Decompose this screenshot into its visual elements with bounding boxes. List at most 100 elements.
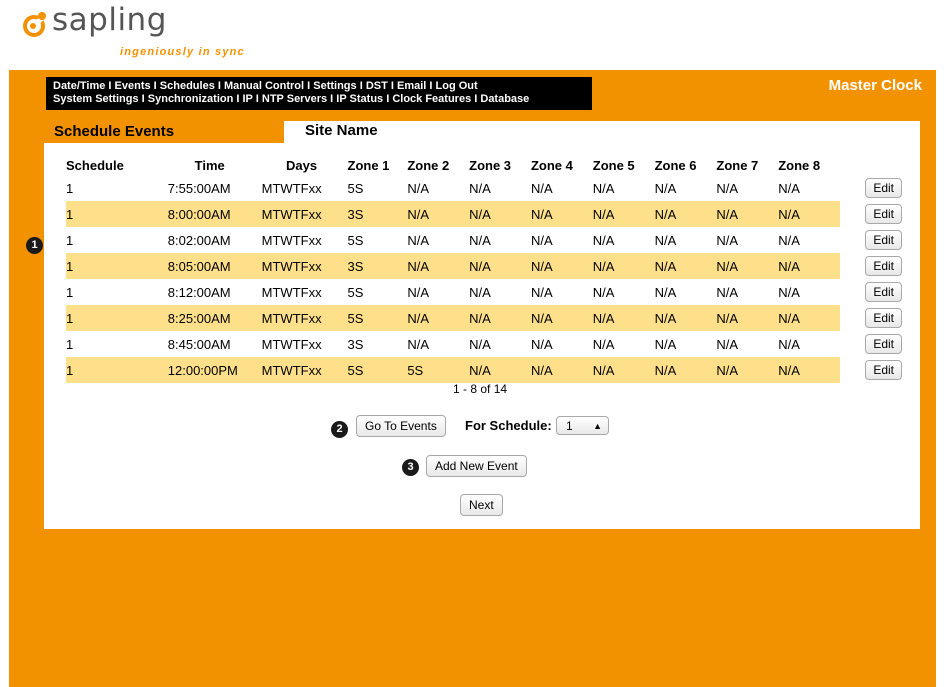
cell-zone6: N/A [654,201,717,227]
cell-zone7: N/A [716,232,739,248]
nav-link-system-settings[interactable]: System Settings [53,93,139,105]
edit-button[interactable]: Edit [865,334,902,354]
cell-zone8: N/A [778,357,841,383]
nav-link-dst[interactable]: DST [366,80,388,92]
device-label: Master Clock [828,77,922,94]
nav-link-email[interactable]: Email [397,80,426,92]
edit-button[interactable]: Edit [865,204,902,224]
nav-separator: I [138,93,148,105]
go-to-events-button[interactable]: Go To Events [356,415,446,437]
nav-link-clock-features[interactable]: Clock Features [392,93,471,105]
cell-schedule: 1 [66,180,74,196]
nav-separator: I [327,93,337,105]
next-button[interactable]: Next [460,494,503,516]
cell-zone5: N/A [592,305,655,331]
cell-days: MTWTFxx [255,305,348,331]
nav-link-ip[interactable]: IP [243,93,253,105]
col-header-zone4: Zone 4 [530,157,573,173]
cell-zone3: N/A [469,305,531,331]
row-actions: Edit [840,201,902,227]
col-header-zone7: Zone 7 [716,157,759,173]
nav-link-manual-control[interactable]: Manual Control [224,80,304,92]
cell-schedule: 1 [66,284,74,300]
cell-zone7: N/A [716,180,739,196]
table-row: 1 8:12:00AM MTWTFxx 5S N/A N/A N/A N/A N/A N/A N/A… [66,279,902,305]
events-table-body: 1 7:55:00AM MTWTFxx 5S N/A N/A N/A N/A N/A N/A N/A… [66,175,902,383]
cell-schedule: 1 [66,336,74,352]
cell-zone1: 5S [347,180,364,196]
cell-zone4: N/A [530,232,553,248]
nav-link-database[interactable]: Database [480,93,529,105]
nav-link-log-out[interactable]: Log Out [436,80,478,92]
col-header-zone1: Zone 1 [347,157,390,173]
row-actions: Edit [840,305,902,331]
cell-zone2: N/A [407,305,470,331]
schedule-select-value: 1 [566,419,573,433]
schedule-select[interactable]: 1 ▲ [556,416,609,435]
edit-button[interactable]: Edit [865,308,902,328]
table-row: 1 8:25:00AM MTWTFxx 5S N/A N/A N/A N/A N/A N/A N/A… [66,305,902,331]
cell-zone7: N/A [716,284,739,300]
edit-button[interactable]: Edit [865,282,902,302]
nav-link-ip-status[interactable]: IP Status [336,93,383,105]
cell-zone2: N/A [407,284,429,300]
cell-zone8: N/A [778,253,841,279]
cell-zone4: N/A [530,357,593,383]
page-title: Schedule Events [44,121,284,143]
edit-button[interactable]: Edit [865,256,902,276]
cell-zone7: N/A [716,253,779,279]
nav-link-events[interactable]: Events [115,80,151,92]
cell-zone6: N/A [654,336,677,352]
cell-zone5: N/A [592,253,655,279]
cell-zone8: N/A [778,232,800,248]
cell-time: 8:45:00AM [167,336,231,352]
row-actions: Edit [840,227,902,253]
cell-zone2: 5S [407,357,470,383]
col-header-days: Days [286,157,318,173]
cell-time: 8:02:00AM [167,232,231,248]
table-row: 1 8:45:00AM MTWTFxx 3S N/A N/A N/A N/A N/A N/A N/A… [66,331,902,357]
cell-zone7: N/A [716,201,779,227]
nav-link-schedules[interactable]: Schedules [160,80,215,92]
table-row: 1 7:55:00AM MTWTFxx 5S N/A N/A N/A N/A N/A N/A N/A… [66,175,902,201]
cell-zone3: N/A [469,357,531,383]
cell-zone8: N/A [778,305,841,331]
cell-zone5: N/A [592,357,655,383]
cell-zone6: N/A [654,305,717,331]
col-header-time: Time [194,157,225,173]
nav-row-2: System Settings I Synchronization I IP I… [53,93,592,106]
edit-button[interactable]: Edit [865,178,902,198]
nav-separator: I [214,80,224,92]
cell-zone1: 3S [347,253,408,279]
cell-zone6: N/A [654,232,677,248]
cell-zone8: N/A [778,180,800,196]
cell-zone6: N/A [654,180,677,196]
edit-button[interactable]: Edit [865,360,902,380]
col-header-actions [840,155,902,175]
cell-zone5: N/A [592,336,615,352]
nav-link-date-time[interactable]: Date/Time [53,80,105,92]
col-header-zone8: Zone 8 [778,157,821,173]
nav-separator: I [471,93,481,105]
cell-schedule: 1 [66,201,164,227]
col-header-zone2: Zone 2 [407,157,450,173]
cell-zone8: N/A [778,201,841,227]
nav-link-settings[interactable]: Settings [313,80,356,92]
cell-zone1: 5S [347,284,364,300]
add-new-event-button[interactable]: Add New Event [426,455,527,477]
nav-separator: I [252,93,262,105]
cell-zone3: N/A [469,253,531,279]
cell-zone4: N/A [530,180,553,196]
cell-zone2: N/A [407,232,429,248]
for-schedule-label: For Schedule: [465,418,552,433]
edit-button[interactable]: Edit [865,230,902,250]
cell-zone5: N/A [592,180,615,196]
nav-link-synchronization[interactable]: Synchronization [148,93,234,105]
nav-link-ntp-servers[interactable]: NTP Servers [262,93,327,105]
cell-days: MTWTFxx [261,336,322,352]
cell-days: MTWTFxx [255,201,348,227]
table-row: 1 8:05:00AM MTWTFxx 3S N/A N/A N/A N/A N/A N/A N/A… [66,253,902,279]
cell-days: MTWTFxx [261,284,322,300]
cell-zone4: N/A [530,253,593,279]
table-row: 1 8:00:00AM MTWTFxx 3S N/A N/A N/A N/A N/A N/A N/A… [66,201,902,227]
